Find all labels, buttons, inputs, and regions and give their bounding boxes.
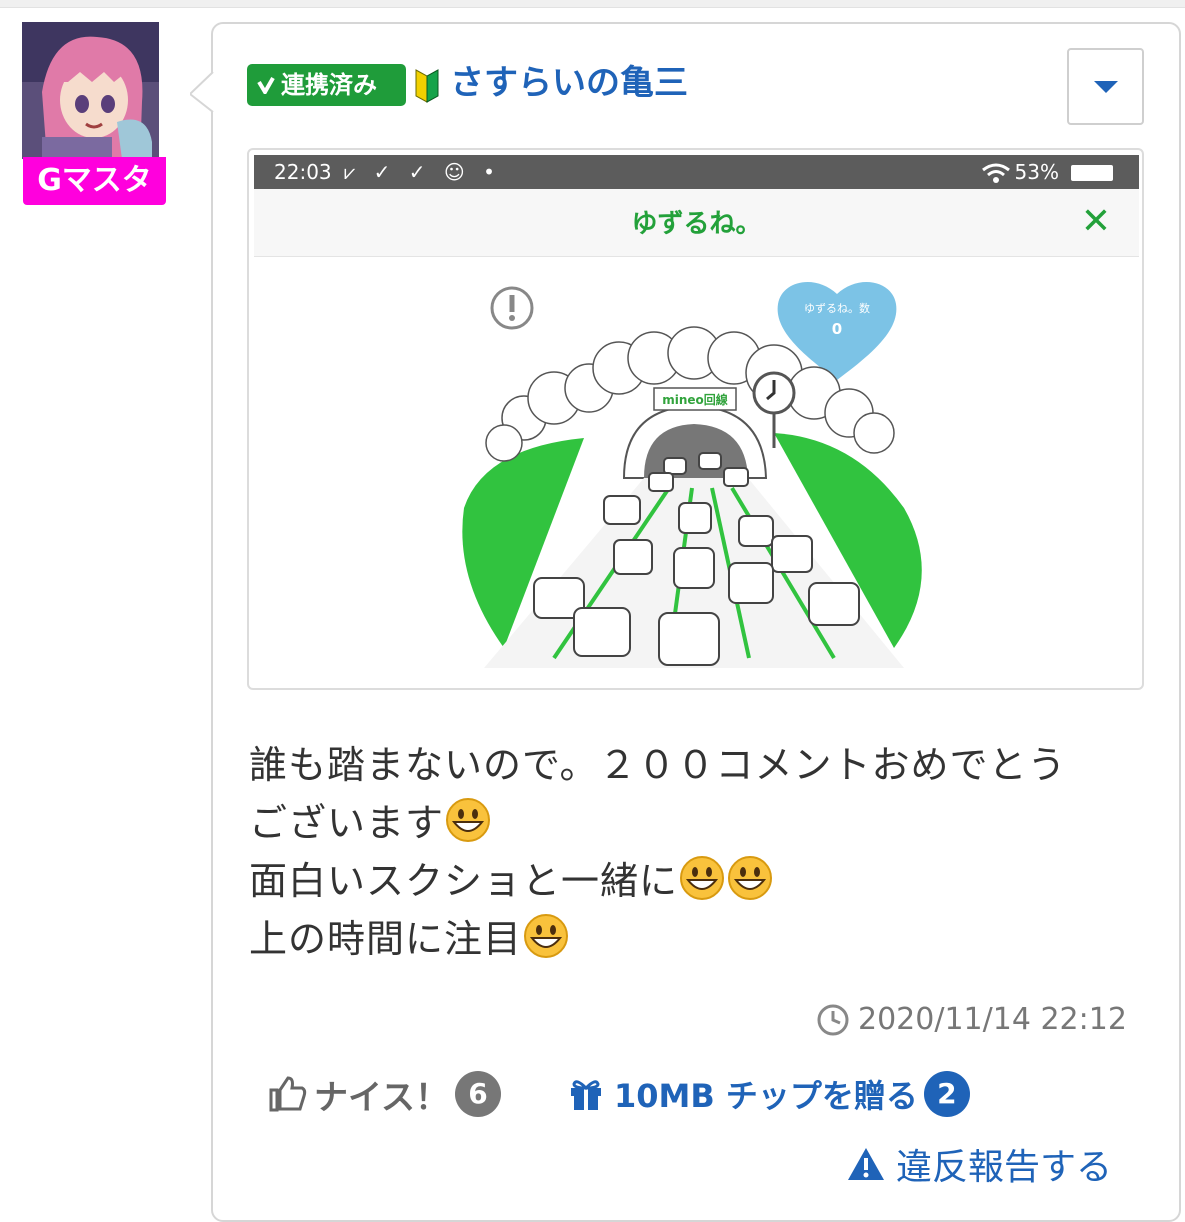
body-line-2: ございます — [249, 794, 1149, 852]
body-line-4: 上の時間に注目 — [249, 910, 1149, 968]
nice-button[interactable]: ナイス！ 6 — [268, 1066, 501, 1122]
nice-count: 6 — [454, 1071, 501, 1117]
user-avatar[interactable] — [22, 22, 159, 159]
warning-icon — [848, 1148, 884, 1180]
body-line-1: 誰も踏まないので。２００コメントおめでとう — [249, 743, 1067, 787]
traffic-illustration: ゆずるね。数 0 mineo回線 — [462, 281, 922, 668]
grinning-face-icon — [446, 798, 491, 842]
send-tip-button[interactable]: 10MB チップを贈る 2 — [568, 1066, 970, 1122]
nice-label: ナイス！ — [314, 1077, 449, 1118]
battery-percent: 53% — [1014, 160, 1059, 184]
thumbs-up-icon — [269, 1076, 307, 1112]
linked-badge: 連携済み — [247, 64, 406, 106]
post-timestamp: 2020/11/14 22:12 — [816, 1002, 1127, 1037]
username[interactable]: さすらいの亀三 — [450, 58, 688, 108]
rank-badge: Gマスター — [23, 157, 166, 246]
heart-label: ゆずるね。数 — [804, 302, 870, 315]
attached-image[interactable]: 22:03 ⩗ ✓ ✓ ☺ • 53% ゆずるね。 ✕ ゆずるね。数 0 min… — [247, 148, 1144, 690]
grinning-face-icon — [728, 856, 773, 900]
app-header: ゆずるね。 ✕ — [254, 189, 1139, 257]
post-menu-button[interactable] — [1067, 48, 1144, 125]
app-title: ゆずるね。 — [631, 209, 762, 239]
comment-body: 誰も踏まないので。２００コメントおめでとう ございます 面白いスクショと一緒に … — [249, 736, 1149, 968]
report-label: 違反報告する — [896, 1147, 1113, 1188]
clock-icon — [817, 1004, 849, 1035]
tip-count: 2 — [923, 1071, 970, 1117]
timestamp-text: 2020/11/14 22:12 — [858, 1002, 1127, 1037]
body-line-3: 面白いスクショと一緒に — [249, 852, 1149, 910]
card-pointer — [190, 72, 214, 112]
linked-label: 連携済み — [281, 71, 377, 99]
mineo-check-icon — [257, 77, 275, 94]
top-divider — [0, 0, 1185, 8]
heart-count: 0 — [832, 320, 842, 338]
gift-icon — [571, 1080, 601, 1110]
phone-status-bar: 22:03 ⩗ ✓ ✓ ☺ • 53% — [254, 155, 1139, 189]
status-time: 22:03 — [274, 160, 332, 184]
grinning-face-icon — [680, 856, 725, 900]
status-icons: ⩗ ✓ ✓ ☺ • — [344, 160, 501, 184]
battery-icon — [1071, 165, 1113, 181]
tip-label: 10MB チップを贈る — [614, 1077, 918, 1115]
avatar-illustration — [22, 22, 159, 159]
chevron-down-icon — [1093, 80, 1118, 93]
close-icon: ✕ — [1080, 201, 1111, 242]
info-icon — [490, 286, 534, 330]
beginner-mark-icon — [415, 69, 439, 103]
grinning-face-icon — [524, 914, 569, 958]
report-link[interactable]: 違反報告する — [846, 1136, 1112, 1192]
tunnel-sign: mineo回線 — [662, 392, 728, 407]
wifi-icon — [982, 163, 1010, 183]
